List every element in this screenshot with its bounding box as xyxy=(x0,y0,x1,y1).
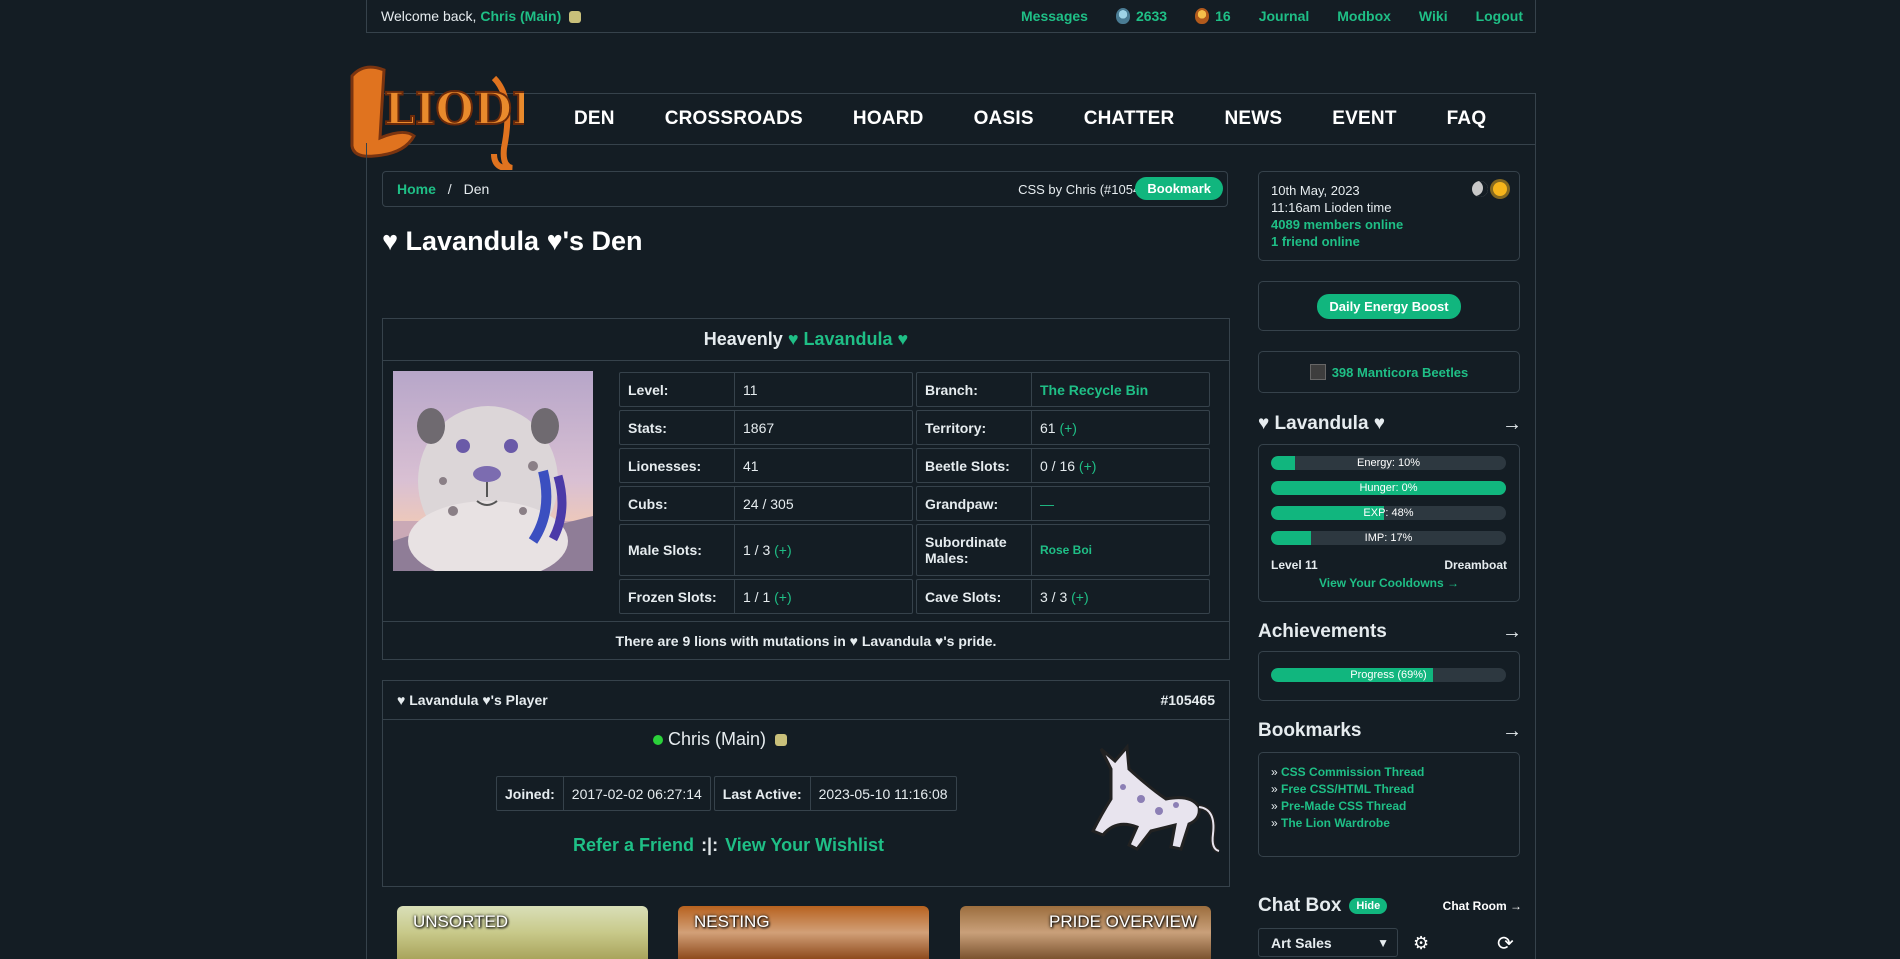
time-card: 10th May, 2023 11:16am Lioden time 4089 … xyxy=(1258,171,1520,261)
friends-online-link[interactable]: 1 friend online xyxy=(1271,233,1403,250)
lion-info-box: Heavenly ♥ Lavandula ♥ Level: 11 Branch:… xyxy=(382,318,1230,660)
blue-beetle-icon xyxy=(1115,8,1130,24)
player-lion-sprite xyxy=(1090,743,1220,854)
nav-den[interactable]: DEN xyxy=(574,108,615,130)
bookmark-item[interactable]: CSS Commission Thread xyxy=(1281,765,1424,779)
journal-link[interactable]: Journal xyxy=(1259,8,1310,24)
nav-event[interactable]: EVENT xyxy=(1332,108,1396,130)
refresh-icon[interactable]: ⟳ xyxy=(1497,931,1514,956)
nav-faq[interactable]: FAQ xyxy=(1447,108,1487,130)
daily-energy-boost-button[interactable]: Daily Energy Boost xyxy=(1317,293,1461,319)
crown-icon xyxy=(775,734,788,747)
player-name: Chris (Main) xyxy=(653,729,788,750)
chat-hide-button[interactable]: Hide xyxy=(1349,898,1388,914)
territory-plus[interactable]: (+) xyxy=(1059,420,1077,436)
achievements-title: Achievements → xyxy=(1258,621,1522,644)
top-bar: Welcome back, Chris (Main) Messages 2633… xyxy=(366,0,1536,33)
player-box: ♥ Lavandula ♥'s Player #105465 Chris (Ma… xyxy=(382,680,1230,887)
messages-link[interactable]: Messages xyxy=(1021,8,1088,24)
mutations-note: There are 9 lions with mutations in ♥ La… xyxy=(383,621,1229,659)
moon-icon[interactable] xyxy=(1472,181,1488,198)
gear-icon[interactable]: ⚙ xyxy=(1413,933,1429,954)
logout-link[interactable]: Logout xyxy=(1476,8,1523,24)
nav-crossroads[interactable]: CROSSROADS xyxy=(665,108,803,130)
lion-status-card: Energy: 10% Hunger: 0% EXP: 48% IMP: 17%… xyxy=(1258,444,1520,602)
lion-sidebar-title: ♥ Lavandula ♥ → xyxy=(1258,413,1522,436)
achievements-arrow-icon[interactable]: → xyxy=(1502,621,1522,644)
cooldowns-link[interactable]: View Your Cooldowns → xyxy=(1259,576,1519,590)
manticora-beetles-link[interactable]: 398 Manticora Beetles xyxy=(1332,365,1469,380)
joined-date: 2017-02-02 06:27:14 xyxy=(571,785,702,802)
beetles-card: 398 Manticora Beetles xyxy=(1258,351,1520,393)
welcome-text: Welcome back, Chris (Main) xyxy=(381,8,582,24)
refer-friend-link[interactable]: Refer a Friend xyxy=(573,835,694,855)
wiki-link[interactable]: Wiki xyxy=(1419,8,1448,24)
bookmarks-card: » CSS Commission Thread » Free CSS/HTML … xyxy=(1258,752,1520,857)
imp-bar: IMP: 17% xyxy=(1271,531,1506,545)
svg-text:LIODEN: LIODEN xyxy=(384,84,524,135)
male-slots-plus[interactable]: (+) xyxy=(774,542,792,558)
sun-icon[interactable] xyxy=(1493,182,1507,197)
player-title: ♥ Lavandula ♥'s Player xyxy=(397,692,548,708)
lion-arrow-icon[interactable]: → xyxy=(1502,413,1522,436)
page-title: ♥ Lavandula ♥'s Den xyxy=(382,226,643,256)
gold-beetles-counter[interactable]: 16 xyxy=(1195,8,1231,24)
bookmark-item[interactable]: Pre-Made CSS Thread xyxy=(1281,799,1406,813)
members-online-link[interactable]: 4089 members online xyxy=(1271,216,1403,233)
date-text: 10th May, 2023 xyxy=(1271,183,1360,198)
branch-link[interactable]: The Recycle Bin xyxy=(1032,382,1148,398)
hunger-bar: Hunger: 0% xyxy=(1271,481,1506,495)
chevron-down-icon: ▼ xyxy=(1377,935,1389,950)
player-id: #105465 xyxy=(1160,692,1215,708)
manticora-beetle-icon xyxy=(1309,364,1326,380)
modbox-link[interactable]: Modbox xyxy=(1337,8,1391,24)
achievement-progress-bar: Progress (69%) xyxy=(1271,668,1506,682)
lion-stats-table: Level: 11 Branch: The Recycle Bin Stats: 18… xyxy=(619,372,1213,617)
boost-card: Daily Energy Boost xyxy=(1258,281,1520,331)
energy-bar: Energy: 10% xyxy=(1271,456,1506,470)
nav-chatter[interactable]: CHATTER xyxy=(1084,108,1175,130)
online-status-icon xyxy=(653,735,663,745)
bookmarks-title: Bookmarks → xyxy=(1258,720,1522,743)
user-link[interactable]: Chris (Main) xyxy=(480,8,561,24)
bookmark-item[interactable]: Free CSS/HTML Thread xyxy=(1281,782,1414,796)
bookmark-item[interactable]: The Lion Wardrobe xyxy=(1281,816,1390,830)
thumb-nesting[interactable]: NESTING xyxy=(678,906,929,959)
breadcrumb-home[interactable]: Home xyxy=(397,181,436,197)
crown-icon xyxy=(569,11,582,24)
page: Welcome back, Chris (Main) Messages 2633… xyxy=(350,0,1536,959)
chat-channel-select[interactable]: Art Sales ▼ xyxy=(1258,928,1398,957)
last-active-date: 2023-05-10 11:16:08 xyxy=(818,785,948,802)
chat-box-header: Chat Box Hide Chat Room → xyxy=(1258,895,1522,916)
beetles-counter[interactable]: 2633 xyxy=(1115,8,1167,24)
bookmark-button[interactable]: Bookmark xyxy=(1135,177,1223,200)
chat-room-link[interactable]: Chat Room → xyxy=(1443,899,1522,913)
breadcrumb-current: Den xyxy=(463,181,490,197)
lion-portrait[interactable] xyxy=(393,371,593,571)
level-text: Level 11 xyxy=(1271,558,1318,572)
gold-beetle-icon xyxy=(1195,8,1210,24)
bookmarks-arrow-icon[interactable]: → xyxy=(1502,720,1522,743)
nav-hoard[interactable]: HOARD xyxy=(853,108,924,130)
nav-news[interactable]: NEWS xyxy=(1224,108,1282,130)
thumb-unsorted[interactable]: UNSORTED xyxy=(397,906,648,959)
nav-oasis[interactable]: OASIS xyxy=(974,108,1034,130)
subordinate-link[interactable]: Rose Boi xyxy=(1032,543,1092,557)
breadcrumb: Home / Den CSS by Chris (#105465) Bookma… xyxy=(382,171,1228,207)
time-text: 11:16am Lioden time xyxy=(1271,200,1392,215)
thumb-pride-overview[interactable]: PRIDE OVERVIEW xyxy=(960,906,1211,959)
dreamboat-text: Dreamboat xyxy=(1444,558,1507,572)
lion-heading: Heavenly ♥ Lavandula ♥ xyxy=(383,319,1229,361)
main-nav: DEN CROSSROADS HOARD OASIS CHATTER NEWS … xyxy=(366,93,1536,145)
wishlist-link[interactable]: View Your Wishlist xyxy=(725,835,884,855)
frozen-slots-plus[interactable]: (+) xyxy=(774,589,792,605)
achievements-card: Progress (69%) xyxy=(1258,651,1520,701)
beetle-slots-plus[interactable]: (+) xyxy=(1079,458,1097,474)
exp-bar: EXP: 48% xyxy=(1271,506,1506,520)
lion-name-link[interactable]: ♥ Lavandula ♥ xyxy=(788,329,908,350)
cave-slots-plus[interactable]: (+) xyxy=(1071,589,1089,605)
